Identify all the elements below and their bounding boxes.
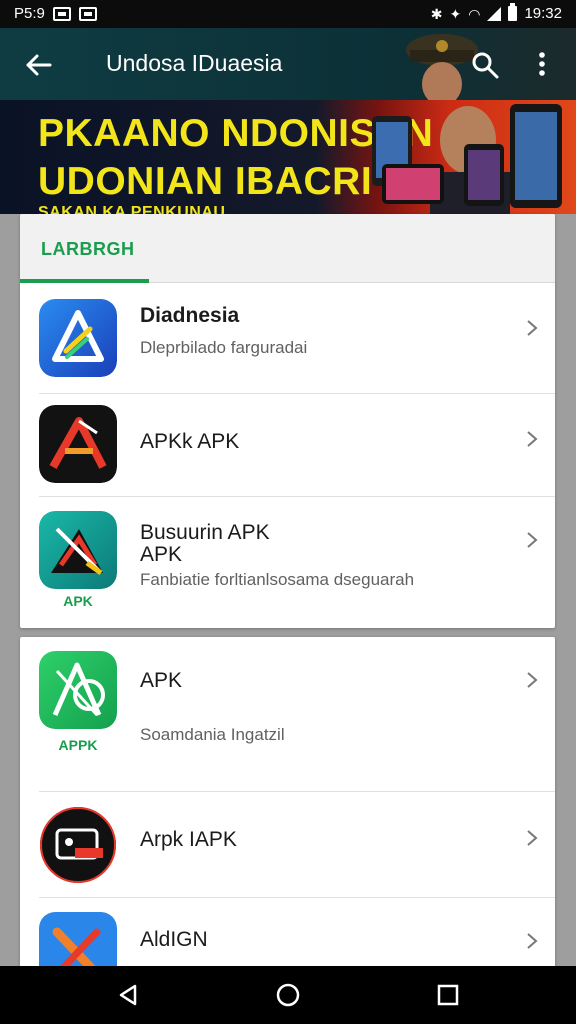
icon-caption: APK [63,593,93,609]
black-camera-app-icon [39,806,117,884]
blue-delta-app-icon [39,299,117,377]
app-bar: Undosa IDuaesia [0,28,576,100]
icon-caption: APPK [58,737,98,753]
home-circle-icon[interactable] [275,982,301,1008]
app-list-card: APPK APK Soamdania Ingatzil Arpk IAPK Al… [20,637,555,967]
back-triangle-icon[interactable] [115,982,141,1008]
chevron-right-icon [527,672,538,688]
recents-square-icon[interactable] [435,982,461,1008]
banner-headline-2: UDONIAN IBACRI [38,160,373,203]
bluetooth-icon: ✱ [430,5,443,22]
system-nav-bar [0,966,576,1024]
screen-icon [52,6,71,21]
chevron-right-icon [527,320,538,336]
status-left-text: P5:9 [14,5,45,22]
signal-icon [487,6,502,21]
item-title: AldIGN [140,928,208,951]
status-bar: P5:9 ✱ ✦ ◠ 19:32 [0,0,576,28]
chevron-right-icon [527,431,538,447]
item-subtitle: Soamdania Ingatzil [140,725,285,744]
green-a-app-icon [39,651,117,729]
page-title: Undosa IDuaesia [106,50,283,76]
item-title-line2: APK [140,543,183,566]
status-time: 19:32 [524,5,562,22]
list-item[interactable]: APK Busuurin APK APK Fanbiatie forltianl… [20,497,555,628]
tab-indicator [20,279,149,283]
list-item[interactable]: Arpk IAPK [20,792,555,898]
chevron-right-icon [527,933,538,949]
image-icon [78,6,97,21]
nfc-icon: ✦ [449,5,462,22]
list-item[interactable]: AldIGN [20,898,555,967]
item-subtitle: Fanbiatie forltianlsosama dseguarah [140,570,415,589]
chevron-right-icon [527,532,538,548]
item-title: Diadnesia [140,304,240,327]
promo-banner[interactable]: PKAANO NDONISAN UDONIAN IBACRI SAKAN KA … [0,100,576,214]
list-item[interactable]: Diadnesia Dleprbilado farguradai [20,284,555,394]
app-list-card: LARBRGH Diadnesia Dleprbilado farguradai [20,214,555,628]
item-title: APK [140,669,183,692]
search-icon[interactable] [470,50,500,80]
tab-main[interactable]: LARBRGH [41,239,135,260]
item-title: Arpk IAPK [140,828,237,851]
item-title: APKk APK [140,430,240,453]
teal-x-app-icon [39,511,117,589]
battery-icon [508,3,518,21]
chevron-right-icon [527,830,538,846]
back-arrow-icon[interactable] [22,48,56,82]
blue-x-app-icon [39,912,117,967]
red-a-app-icon [39,405,117,483]
item-title: Busuurin APK [140,521,270,544]
tab-bar: LARBRGH [20,214,555,283]
list-item[interactable]: APKk APK [20,394,555,497]
banner-headline-3: SAKAN KA PENKUNAU [38,204,226,214]
wifi-icon: ◠ [468,5,481,22]
list-item[interactable]: APPK APK Soamdania Ingatzil [20,637,555,792]
banner-phones-image [372,104,562,214]
item-subtitle: Dleprbilado farguradai [140,338,308,357]
more-vert-icon[interactable] [532,50,552,80]
